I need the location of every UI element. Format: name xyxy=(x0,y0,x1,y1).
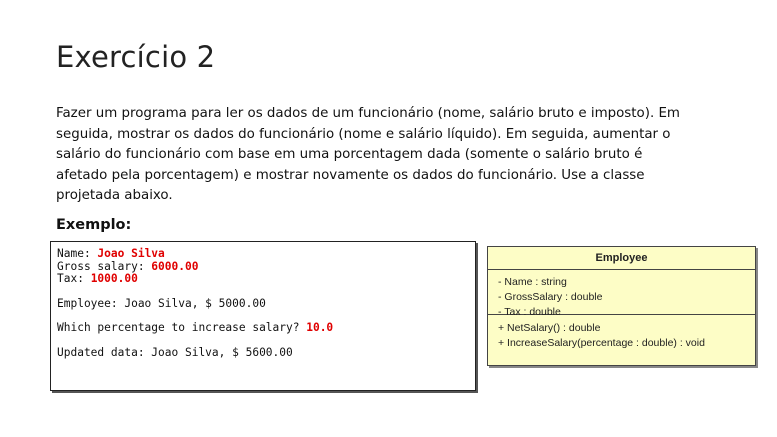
console-tax-line: Tax: 1000.00 xyxy=(57,273,475,285)
uml-attributes: - Name : string - GrossSalary : double -… xyxy=(488,270,755,318)
description-line: salário do funcionário com base em uma p… xyxy=(56,147,643,163)
name-prompt: Name: xyxy=(57,247,98,260)
uml-class-name: Employee xyxy=(488,247,755,270)
uml-attribute: - Name : string xyxy=(498,276,567,288)
console-name-line: Name: Joao Silva xyxy=(57,248,475,260)
console-updated-line: Updated data: Joao Silva, $ 5600.00 xyxy=(57,345,293,359)
page-title: Exercício 2 xyxy=(56,40,216,74)
console-output-box: Name: Joao Silva Gross salary: 6000.00 T… xyxy=(50,241,476,391)
percentage-prompt: Which percentage to increase salary? xyxy=(57,321,307,334)
tax-prompt: Tax: xyxy=(57,272,91,285)
gross-salary-prompt: Gross salary: xyxy=(57,259,152,273)
console-percentage-line: Which percentage to increase salary? 10.… xyxy=(57,322,475,334)
example-heading: Exemplo: xyxy=(56,217,132,233)
description-line: afetado pela porcentagem) e mostrar nova… xyxy=(56,167,645,183)
description-line: projetada abaixo. xyxy=(56,188,173,204)
console-gross-line: Gross salary: 6000.00 xyxy=(57,259,475,273)
gross-salary-input-value: 6000.00 xyxy=(151,259,199,273)
uml-attribute: - GrossSalary : double xyxy=(498,291,603,303)
name-input-value: Joao Silva xyxy=(97,247,165,260)
uml-operation: + NetSalary() : double xyxy=(498,322,601,334)
percentage-input-value: 10.0 xyxy=(306,321,334,334)
uml-operations: + NetSalary() : double + IncreaseSalary(… xyxy=(488,315,755,354)
uml-class-diagram: Employee - Name : string - GrossSalary :… xyxy=(487,246,756,366)
description-line: Fazer um programa para ler os dados de u… xyxy=(56,106,680,121)
uml-operation: + IncreaseSalary(percentage : double) : … xyxy=(498,337,705,349)
description-line: seguida, mostrar os dados do funcionário… xyxy=(56,126,671,142)
tax-input-value: 1000.00 xyxy=(90,272,138,285)
console-employee-line: Employee: Joao Silva, $ 5000.00 xyxy=(57,296,266,310)
exercise-description: Fazer um programa para ler os dados de u… xyxy=(56,104,746,207)
